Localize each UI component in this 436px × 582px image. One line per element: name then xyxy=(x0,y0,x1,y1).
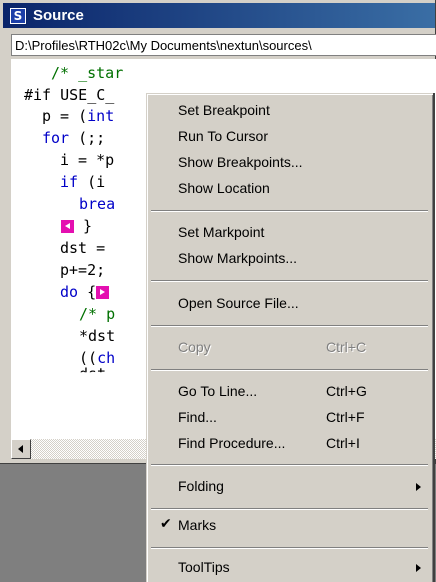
menu-item-find-procedure[interactable]: Find Procedure... Ctrl+I xyxy=(150,431,429,457)
code-line-10: p+=2; xyxy=(60,261,106,279)
code-line-9: dst = xyxy=(60,239,106,257)
file-path-field: D:\Profiles\RTH02c\My Documents\nextun\s… xyxy=(11,34,436,56)
code-line-15: dst xyxy=(79,365,107,383)
code-line-6: if (i xyxy=(60,173,106,191)
markpoint-icon[interactable] xyxy=(96,286,110,299)
code-line-12: /* p xyxy=(79,305,116,323)
menu-item-go-to-line[interactable]: Go To Line... Ctrl+G xyxy=(150,379,429,405)
menu-item-marks[interactable]: ✔ Marks xyxy=(150,513,429,539)
file-path-text: D:\Profiles\RTH02c\My Documents\nextun\s… xyxy=(15,38,312,53)
menu-separator xyxy=(151,464,428,466)
menu-item-find[interactable]: Find... Ctrl+F xyxy=(150,405,429,431)
source-window-icon: S xyxy=(9,6,27,25)
menu-separator xyxy=(151,369,428,371)
submenu-arrow-icon xyxy=(416,564,421,572)
menu-item-folding[interactable]: Folding xyxy=(150,474,429,500)
menu-separator xyxy=(151,210,428,212)
menu-item-show-location[interactable]: Show Location xyxy=(150,176,429,202)
code-line-4: for (;; xyxy=(42,129,106,147)
submenu-arrow-icon xyxy=(416,483,421,491)
menu-item-open-source-file[interactable]: Open Source File... xyxy=(150,291,429,317)
markpoint-icon[interactable] xyxy=(61,220,74,233)
code-line-8: } xyxy=(61,217,92,235)
menu-item-show-markpoints[interactable]: Show Markpoints... xyxy=(150,246,429,272)
title-bar[interactable]: S Source xyxy=(3,3,435,28)
code-line-14: ((ch xyxy=(79,349,116,367)
menu-separator xyxy=(151,280,428,282)
menu-separator xyxy=(151,508,428,510)
code-line-2: #if USE_C_ xyxy=(24,86,115,104)
code-line-11: do { xyxy=(60,283,110,301)
context-menu: Set Breakpoint Run To Cursor Show Breakp… xyxy=(146,93,433,582)
code-line-7: brea xyxy=(79,195,116,213)
menu-item-tooltips[interactable]: ToolTips xyxy=(150,555,429,581)
menu-separator xyxy=(151,547,428,549)
window-title: Source xyxy=(33,7,84,24)
code-line-5: i = *p xyxy=(60,151,115,169)
code-line-13: *dst xyxy=(79,327,116,345)
menu-item-set-breakpoint[interactable]: Set Breakpoint xyxy=(150,98,429,124)
code-line-3: p = (int xyxy=(42,107,115,125)
scroll-left-arrow-icon[interactable] xyxy=(11,439,31,459)
checkmark-icon: ✔ xyxy=(160,516,172,532)
menu-item-run-to-cursor[interactable]: Run To Cursor xyxy=(150,124,429,150)
menu-separator xyxy=(151,325,428,327)
menu-item-copy: Copy Ctrl+C xyxy=(178,339,367,355)
code-line-1: /* _star xyxy=(51,64,124,82)
menu-item-show-breakpoints[interactable]: Show Breakpoints... xyxy=(150,150,429,176)
menu-item-set-markpoint[interactable]: Set Markpoint xyxy=(150,220,429,246)
